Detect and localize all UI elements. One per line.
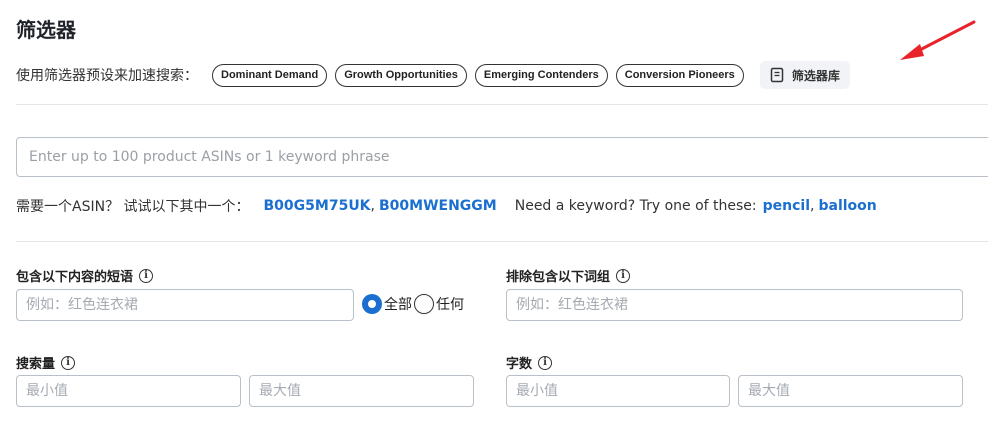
keyword-prompt: Need a keyword? Try one of these:	[514, 198, 757, 214]
radio-unselected-icon[interactable]	[414, 294, 434, 314]
preset-chip-dominant-demand[interactable]: Dominant Demand	[212, 63, 328, 87]
exclude-phrase-label-row: 排除包含以下词组 i	[506, 266, 631, 285]
page-title: 筛选器	[16, 18, 76, 42]
annotation-arrow	[900, 20, 976, 60]
search-volume-min-input[interactable]	[16, 375, 241, 407]
exclude-phrase-label: 排除包含以下词组	[506, 270, 611, 285]
example-asin-link[interactable]: B00G5M75UK	[264, 198, 371, 214]
search-volume-max-input[interactable]	[249, 375, 474, 407]
filter-library-button[interactable]: 筛选器库	[759, 61, 850, 89]
search-volume-label: 搜索量	[16, 357, 56, 372]
info-icon[interactable]: i	[139, 268, 154, 283]
word-count-label-row: 字数 i	[506, 353, 553, 372]
asin-separator: ,	[370, 198, 375, 214]
example-asin-link[interactable]: B00MWENGGM	[379, 198, 497, 214]
divider	[16, 241, 988, 242]
match-all-label: 全部	[384, 297, 412, 313]
preset-chip-emerging-contenders[interactable]: Emerging Contenders	[474, 63, 608, 87]
word-count-min-input[interactable]	[506, 375, 730, 407]
exclude-phrase-input[interactable]	[506, 289, 963, 321]
include-phrase-label-row: 包含以下内容的短语 i	[16, 266, 154, 285]
asin-prompt: 需要一个ASIN？ 试试以下其中一个：	[16, 199, 250, 215]
preset-row: 使用筛选器预设来加速搜索： Dominant Demand Growth Opp…	[16, 61, 850, 89]
include-phrase-input[interactable]	[16, 289, 354, 321]
divider	[16, 104, 988, 105]
preset-chip-conversion-pioneers[interactable]: Conversion Pioneers	[615, 63, 744, 87]
example-keyword-link[interactable]: balloon	[818, 198, 876, 214]
example-keyword-link[interactable]: pencil	[763, 198, 810, 214]
match-mode-radio-group: 全部 任何	[362, 294, 466, 314]
match-any-option[interactable]: 任何	[414, 294, 464, 314]
keyword-separator: ,	[810, 198, 815, 214]
book-icon	[770, 67, 784, 83]
word-count-label: 字数	[506, 357, 533, 372]
asin-keyword-search-input[interactable]	[16, 137, 988, 177]
include-phrase-label: 包含以下内容的短语	[16, 270, 134, 285]
radio-selected-icon[interactable]	[362, 294, 382, 314]
word-count-max-input[interactable]	[738, 375, 963, 407]
preset-chip-growth-opportunities[interactable]: Growth Opportunities	[335, 63, 467, 87]
filter-library-label: 筛选器库	[791, 68, 840, 83]
preset-label: 使用筛选器预设来加速搜索：	[16, 68, 198, 84]
example-hints: 需要一个ASIN？ 试试以下其中一个： B00G5M75UK , B00MWEN…	[16, 196, 877, 216]
info-icon[interactable]: i	[538, 355, 553, 370]
search-volume-label-row: 搜索量 i	[16, 353, 76, 372]
info-icon[interactable]: i	[616, 268, 631, 283]
match-any-label: 任何	[436, 297, 464, 313]
match-all-option[interactable]: 全部	[362, 294, 412, 314]
info-icon[interactable]: i	[61, 355, 76, 370]
